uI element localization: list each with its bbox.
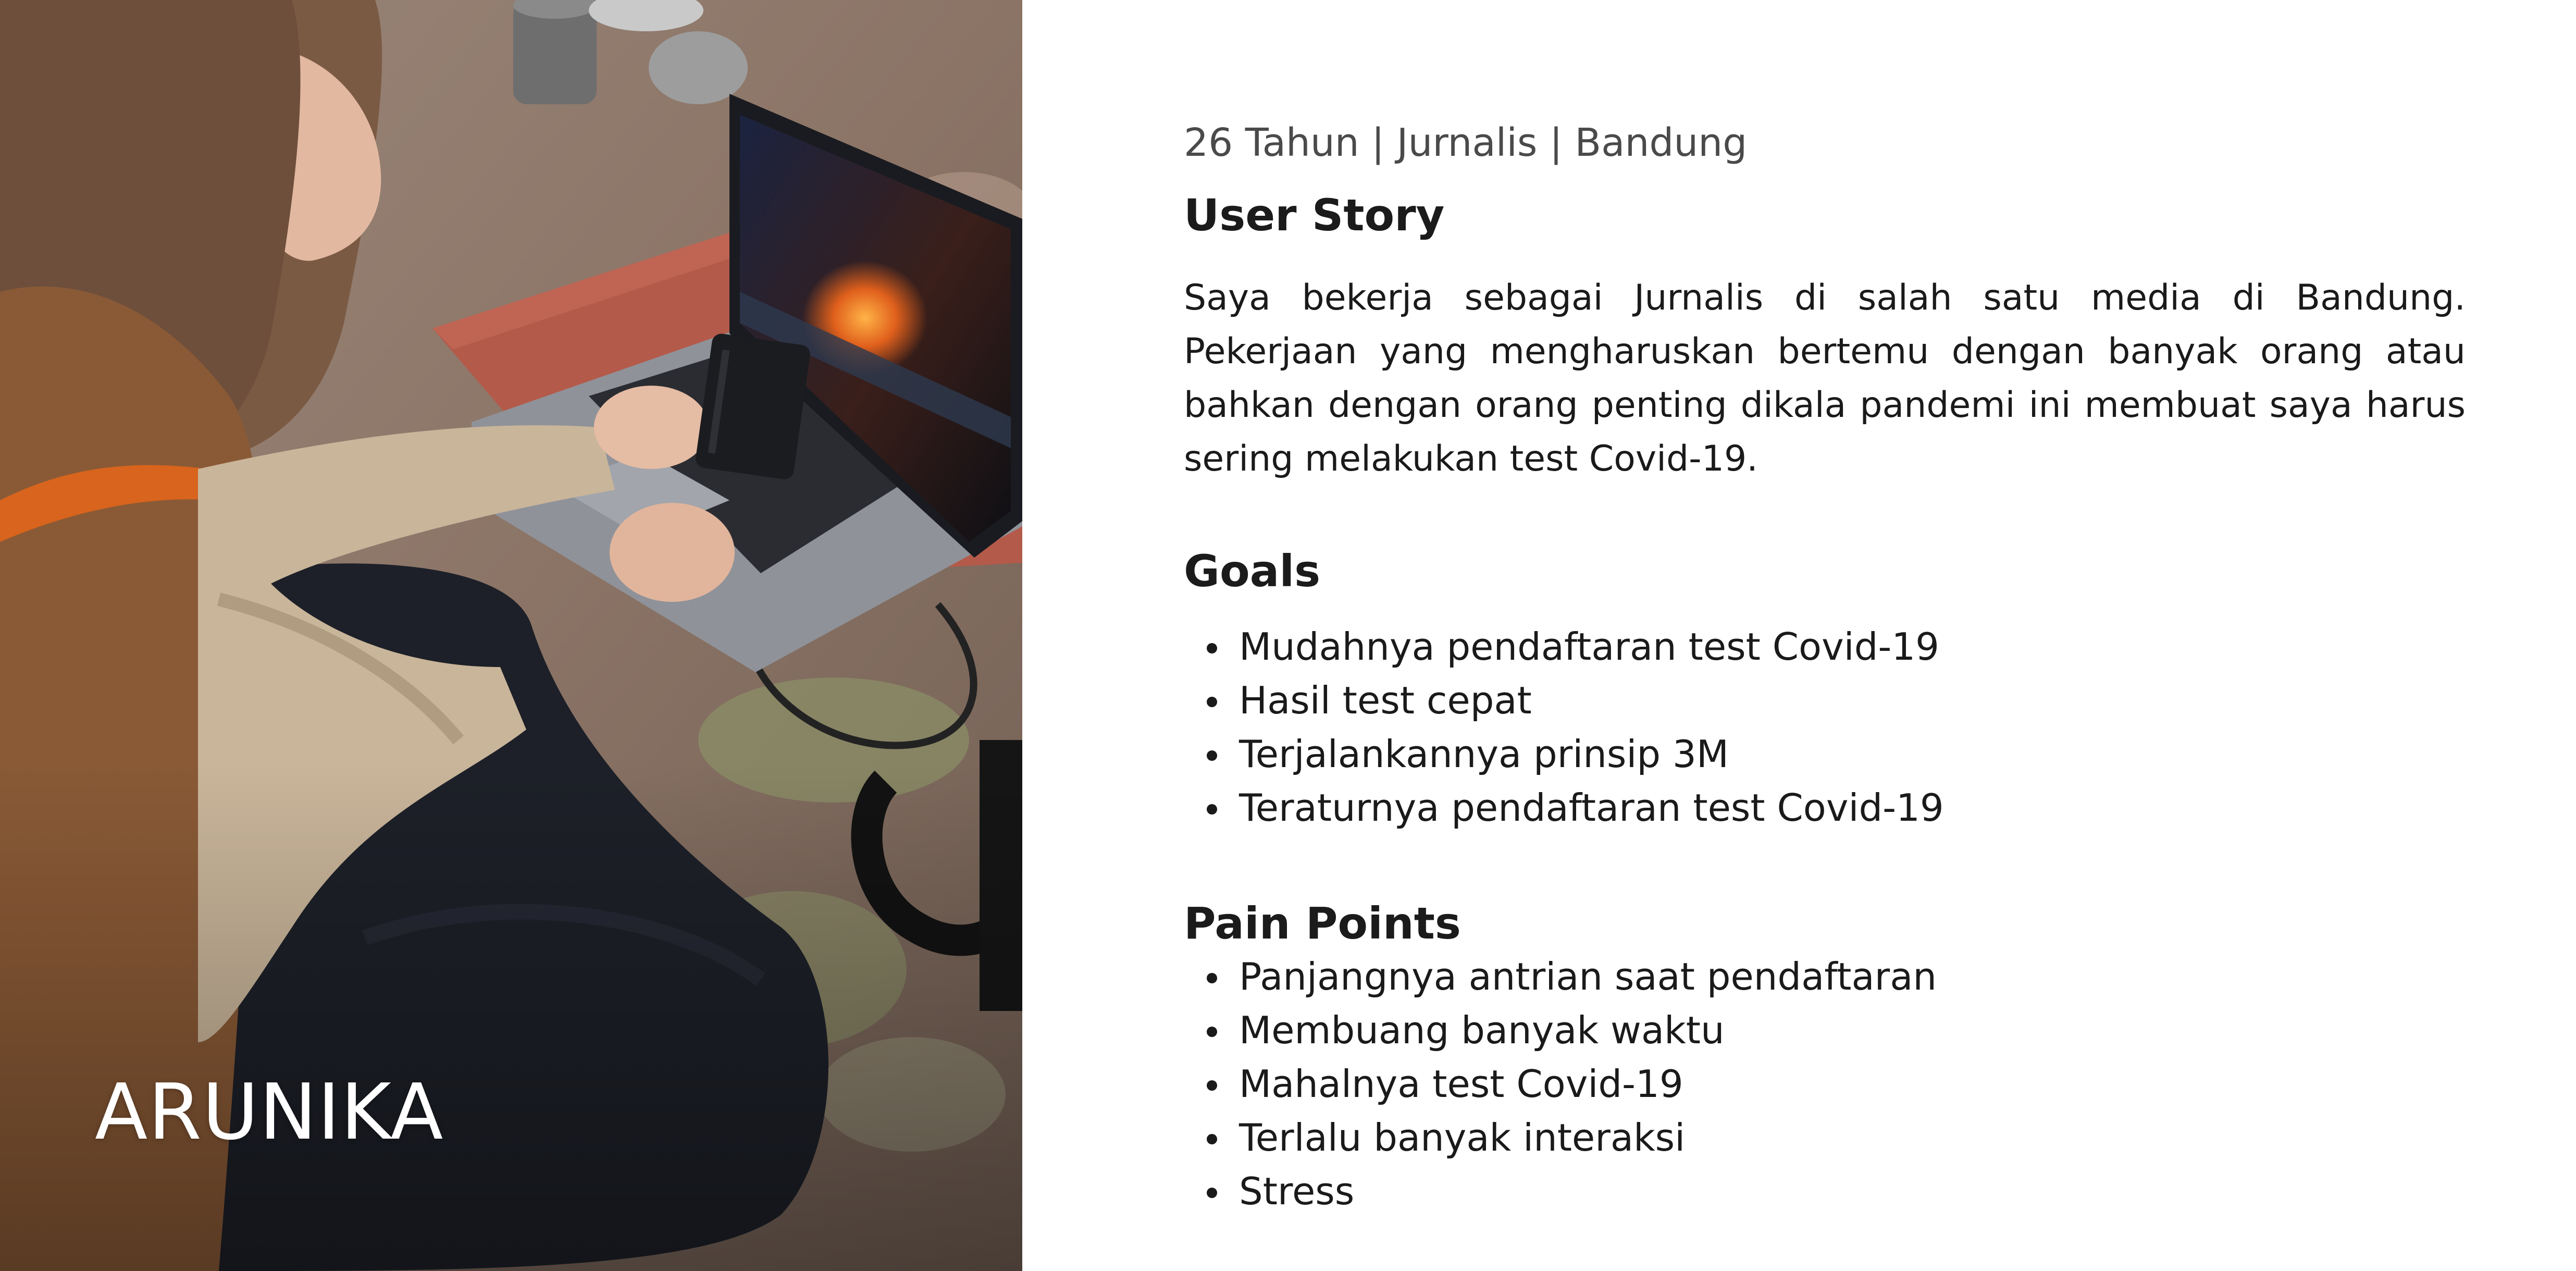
persona-details: 26 Tahun | Jurnalis | Bandung User Story… (1184, 120, 2466, 1218)
persona-name: ARUNIKA (95, 1067, 444, 1157)
bullet-icon (1207, 973, 1217, 984)
bullet-icon (1207, 750, 1217, 761)
goals-title: Goals (1184, 545, 1321, 597)
user-story-text: Saya bekerja sebagai Jurnalis di salah s… (1184, 277, 2466, 479)
bullet-icon (1207, 643, 1217, 654)
bullet-icon (1207, 1080, 1217, 1091)
goal-item: Mudahnya pendaftaran test Covid-19 (1184, 620, 2466, 674)
persona-meta: 26 Tahun | Jurnalis | Bandung (1184, 120, 1748, 165)
pain-point-item: Stress (1184, 1165, 2466, 1218)
pain-point-item-text: Mahalnya test Covid-19 (1239, 1062, 1683, 1106)
bullet-icon (1207, 804, 1217, 815)
goal-item-text: Teraturnya pendaftaran test Covid-19 (1239, 786, 1944, 830)
bullet-icon (1207, 1027, 1217, 1038)
pain-point-item: Mahalnya test Covid-19 (1184, 1057, 2466, 1111)
goal-item: Teraturnya pendaftaran test Covid-19 (1184, 781, 2466, 835)
goal-item: Terjalankannya prinsip 3M (1184, 727, 2466, 781)
pain-point-item: Membuang banyak waktu (1184, 1004, 2466, 1057)
pain-point-item-text: Terlalu banyak interaksi (1239, 1116, 1686, 1160)
pain-point-item-text: Panjangnya antrian saat pendaftaran (1239, 955, 1937, 999)
goals-list: Mudahnya pendaftaran test Covid-19 Hasil… (1184, 620, 2466, 835)
bullet-icon (1207, 1134, 1217, 1145)
goal-item: Hasil test cepat (1184, 674, 2466, 727)
goal-item-text: Mudahnya pendaftaran test Covid-19 (1239, 625, 1939, 669)
pain-point-item: Panjangnya antrian saat pendaftaran (1184, 950, 2466, 1004)
goal-item-text: Terjalankannya prinsip 3M (1239, 732, 1729, 776)
pain-point-item: Terlalu banyak interaksi (1184, 1111, 2466, 1165)
user-story-title: User Story (1184, 189, 1445, 241)
persona-page: ARUNIKA 26 Tahun | Jurnalis | Bandung Us… (0, 0, 2576, 1271)
bullet-icon (1207, 1188, 1217, 1199)
persona-photo: ARUNIKA (0, 0, 1022, 1271)
goal-item-text: Hasil test cepat (1239, 678, 1532, 723)
pain-point-item-text: Membuang banyak waktu (1239, 1008, 1725, 1053)
pain-points-list: Panjangnya antrian saat pendaftaran Memb… (1184, 950, 2466, 1218)
pain-points-title: Pain Points (1184, 898, 1461, 949)
pain-point-item-text: Stress (1239, 1169, 1355, 1214)
bullet-icon (1207, 697, 1217, 708)
